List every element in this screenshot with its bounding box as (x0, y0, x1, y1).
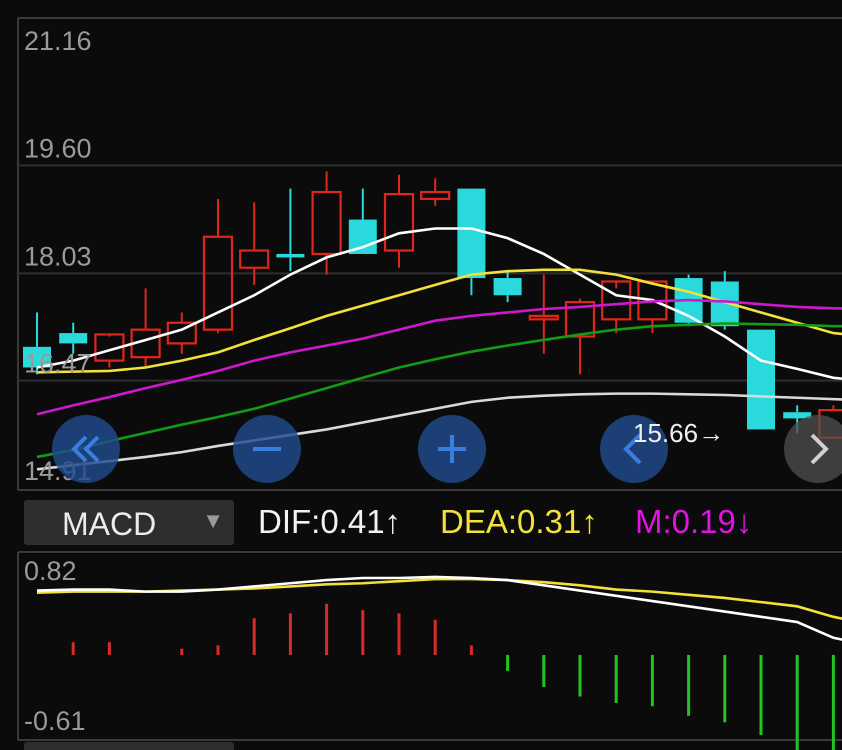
candle (383, 174, 415, 268)
candle (420, 178, 451, 206)
candle (130, 288, 161, 368)
bottom-tab (24, 742, 234, 750)
dif-line (36, 575, 842, 641)
candle-body (493, 278, 522, 296)
chevron-right-icon (810, 433, 829, 465)
candle-body (420, 190, 451, 201)
y-tick-label: 19.60 (24, 133, 92, 163)
candle (493, 271, 522, 303)
candle-body (383, 193, 415, 252)
candle-body (311, 190, 342, 256)
candle (457, 188, 486, 296)
candle (747, 329, 775, 430)
plus-icon (438, 435, 466, 463)
candle-body (528, 314, 559, 321)
min-price-label: 15.66→ (633, 418, 725, 448)
y-tick-label: 21.16 (24, 26, 92, 56)
y-tick-label: 16.47 (24, 349, 92, 379)
candle-body (747, 329, 775, 430)
double-chevron-left-icon (71, 435, 100, 463)
macd-tick-label: -0.61 (24, 706, 86, 736)
dea-line (36, 577, 842, 620)
stock-chart: 21.1619.6018.0316.4714.91 0.82-0.61 (17, 17, 842, 750)
m-value: M:0.19↓ (635, 503, 753, 540)
zoom-in-button[interactable] (418, 415, 486, 483)
first-page-button[interactable] (52, 415, 120, 483)
candle-body (457, 188, 486, 279)
dropdown-arrow-icon: ▼ (202, 508, 224, 533)
indicator-select[interactable]: MACD ▼ (24, 500, 234, 545)
candle (311, 171, 342, 275)
zoom-out-button[interactable] (233, 415, 301, 483)
candle-body (59, 333, 88, 344)
y-tick-label: 18.03 (24, 241, 92, 271)
candle-body (276, 253, 305, 258)
dif-value: DIF:0.41↑ (258, 503, 402, 540)
candle-body (239, 249, 270, 269)
minus-icon (253, 447, 281, 451)
macd-tick-label: 0.82 (24, 556, 77, 586)
candle (276, 188, 305, 272)
dea-value: DEA:0.31↑ (440, 503, 598, 540)
indicator-label: MACD (62, 506, 157, 542)
